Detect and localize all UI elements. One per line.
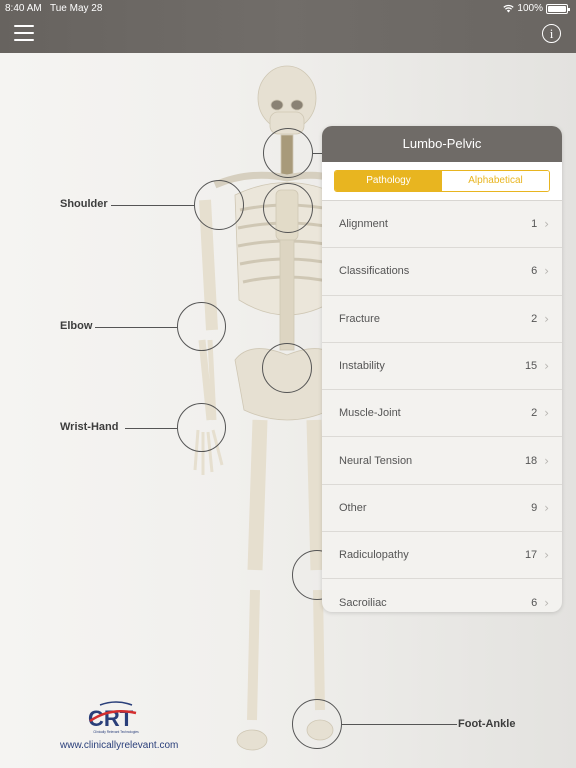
item-count: 2 xyxy=(531,407,538,420)
list-item[interactable]: Radiculopathy 17 › xyxy=(322,532,562,580)
item-label: Classifications xyxy=(339,265,410,278)
status-time: 8:40 AM xyxy=(5,3,42,14)
leader-wrist-hand xyxy=(125,428,177,429)
leader-neck xyxy=(313,153,322,154)
status-bar: 8:40 AM Tue May 28 100% xyxy=(0,3,576,17)
label-wrist-hand[interactable]: Wrist-Hand xyxy=(60,421,118,433)
item-count: 18 xyxy=(524,454,538,467)
item-label: Other xyxy=(339,501,367,514)
hotspot-foot-ankle[interactable] xyxy=(292,699,342,749)
battery-percent: 100% xyxy=(517,3,543,14)
chevron-right-icon: › xyxy=(544,359,549,374)
leader-elbow xyxy=(95,327,177,328)
item-count: 15 xyxy=(524,360,538,373)
website-link[interactable]: www.clinicallyrelevant.com xyxy=(60,740,178,751)
item-label: Muscle-Joint xyxy=(339,407,401,420)
hotspot-wrist-hand[interactable] xyxy=(177,403,226,452)
list-item[interactable]: Neural Tension 18 › xyxy=(322,437,562,485)
hotspot-shoulder[interactable] xyxy=(194,180,244,230)
wifi-icon xyxy=(503,4,515,13)
chevron-right-icon: › xyxy=(544,311,549,326)
item-count: 9 xyxy=(531,501,538,514)
item-count: 6 xyxy=(531,265,538,278)
region-popover: Lumbo-Pelvic Pathology Alphabetical Alig… xyxy=(322,126,562,612)
leader-shoulder xyxy=(111,205,194,206)
hotspot-lumbo-pelvic[interactable] xyxy=(262,343,312,393)
chevron-right-icon: › xyxy=(544,264,549,279)
info-icon[interactable]: i xyxy=(542,24,561,43)
hamburger-menu-icon[interactable] xyxy=(14,25,34,43)
status-date: Tue May 28 xyxy=(50,3,103,14)
item-label: Alignment xyxy=(339,218,388,231)
item-label: Neural Tension xyxy=(339,454,413,467)
list-item[interactable]: Other 9 › xyxy=(322,485,562,533)
list-item[interactable]: Classifications 6 › xyxy=(322,248,562,296)
sort-segmented-control: Pathology Alphabetical xyxy=(322,162,562,201)
item-count: 1 xyxy=(531,218,538,231)
list-item[interactable]: Alignment 1 › xyxy=(322,201,562,249)
list-item[interactable]: Fracture 2 › xyxy=(322,296,562,343)
label-elbow[interactable]: Elbow xyxy=(60,320,92,332)
popover-title: Lumbo-Pelvic xyxy=(322,126,562,162)
battery-icon xyxy=(546,3,570,14)
list-item[interactable]: Instability 15 › xyxy=(322,343,562,391)
item-count: 17 xyxy=(524,549,538,562)
tab-alphabetical[interactable]: Alphabetical xyxy=(442,171,549,191)
chevron-right-icon: › xyxy=(544,500,549,515)
chevron-right-icon: › xyxy=(544,217,549,232)
label-foot-ankle[interactable]: Foot-Ankle xyxy=(458,718,515,730)
leader-foot-ankle xyxy=(342,724,457,725)
status-right: 100% xyxy=(503,3,570,14)
category-list: Alignment 1 › Classifications 6 › Fracture 2 ›… xyxy=(322,201,562,612)
chevron-right-icon: › xyxy=(544,453,549,468)
list-item[interactable]: Muscle-Joint 2 › xyxy=(322,390,562,438)
chevron-right-icon: › xyxy=(544,595,549,610)
logo-subtext: Clinically Relevant Technologies xyxy=(93,730,139,734)
crt-logo: CRT Clinically Relevant Technologies xyxy=(88,701,139,734)
hotspot-thoracic[interactable] xyxy=(263,183,313,233)
item-label: Sacroiliac xyxy=(339,596,387,609)
label-shoulder[interactable]: Shoulder xyxy=(60,198,108,210)
list-item[interactable]: Sacroiliac 6 › xyxy=(322,579,562,612)
tab-pathology[interactable]: Pathology xyxy=(335,171,442,191)
item-count: 2 xyxy=(531,312,538,325)
item-label: Radiculopathy xyxy=(339,549,409,562)
hotspot-neck[interactable] xyxy=(263,128,313,178)
item-label: Instability xyxy=(339,360,385,373)
hotspot-elbow[interactable] xyxy=(177,302,226,351)
item-count: 6 xyxy=(531,596,538,609)
chevron-right-icon: › xyxy=(544,406,549,421)
navigation-bar: 8:40 AM Tue May 28 100% i xyxy=(0,0,576,53)
chevron-right-icon: › xyxy=(544,548,549,563)
item-label: Fracture xyxy=(339,312,380,325)
